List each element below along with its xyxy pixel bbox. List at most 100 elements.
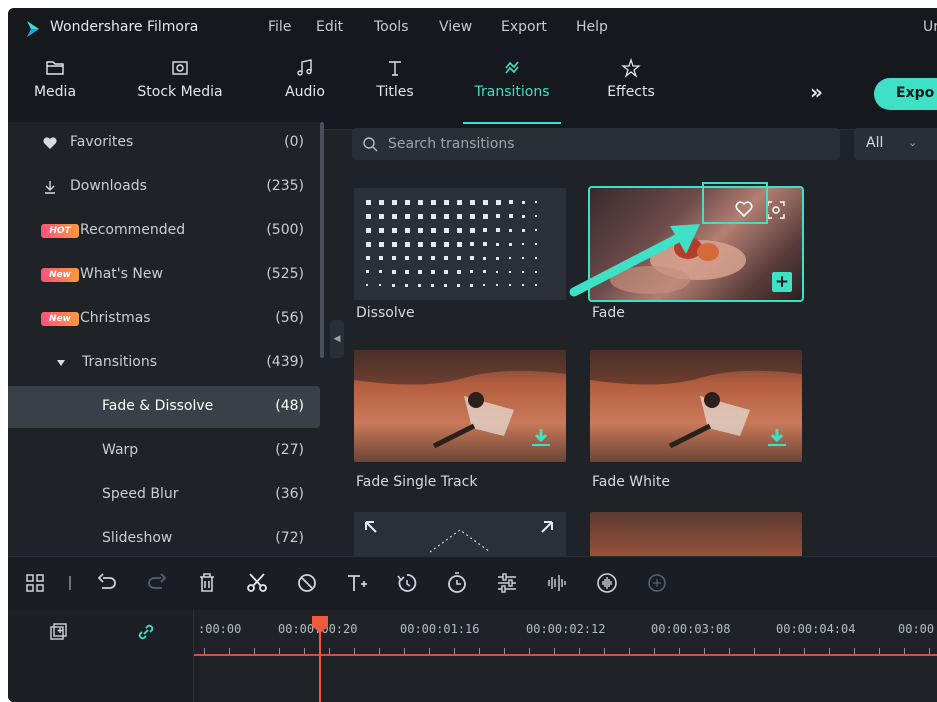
menu-help[interactable]: Help [576,19,608,35]
add-track-icon[interactable] [48,622,68,642]
sidebar-item-label: Christmas [80,310,151,326]
playhead-handle-icon[interactable] [310,614,330,634]
export-button[interactable]: Expo [874,78,937,110]
sidebar-item-count: (235) [266,178,304,194]
ruler-time-label: 00:00:01:16 [400,622,480,636]
menu-tools[interactable]: Tools [374,19,409,35]
tag-icon[interactable] [294,570,320,596]
sidebar-item-christmas[interactable]: New Christmas (56) [8,298,320,340]
layout-icon[interactable] [22,570,48,596]
tab-effects[interactable]: Effects [596,56,666,116]
tab-stock-media[interactable]: Stock Media [130,56,230,116]
search-input[interactable] [388,134,828,154]
transitions-icon [505,61,519,74]
duration-icon[interactable] [444,570,470,596]
sidebar-item-fade-dissolve[interactable]: Fade & Dissolve (48) [8,386,320,428]
partial-thumbnail [354,512,566,556]
category-sidebar: Favorites (0) Downloads (235) HOT Recomm… [8,122,320,558]
fade-single-track-thumbnail [354,350,566,462]
ruler-time-label: 00:00:03:08 [651,622,731,636]
music-icon [297,59,312,76]
sidebar-item-label: Recommended [80,222,186,238]
tab-transitions[interactable]: Transitions [460,56,564,116]
menu-file[interactable]: File [268,19,291,35]
sidebar-item-count: (0) [284,134,304,150]
tab-effects-label: Effects [607,84,655,100]
scissors-icon[interactable] [244,570,270,596]
transition-card-fade-white[interactable]: Fade White [590,350,802,490]
add-to-timeline-button[interactable]: + [772,272,792,292]
sidebar-item-downloads[interactable]: Downloads (235) [8,166,320,208]
sidebar-item-label: Slideshow [102,530,173,546]
menu-export[interactable]: Export [501,19,547,35]
sidebar-item-label: Transitions [82,354,157,370]
sidebar-item-count: (525) [266,266,304,282]
transition-card-partial[interactable] [354,512,566,556]
sidebar-item-warp[interactable]: Warp (27) [8,430,320,472]
ruler-time-label: :00:00 [198,622,242,636]
sidebar-item-whats-new[interactable]: New What's New (525) [8,254,320,296]
menu-edit[interactable]: Edit [316,19,343,35]
sidebar-item-count: (36) [275,486,304,502]
delete-icon[interactable] [194,570,220,596]
sidebar-item-label: What's New [80,266,163,282]
active-tab-indicator [463,122,561,124]
sidebar-item-label: Speed Blur [102,486,179,502]
chevron-down-icon: ⌄ [908,136,918,149]
ai-audio-icon[interactable] [644,570,670,596]
title-bar: Wondershare Filmora File Edit Tools View… [8,8,937,48]
filmora-logo-icon [27,21,39,37]
collapse-sidebar-button[interactable]: ◀ [330,320,344,358]
filter-value: All [866,135,884,151]
link-icon[interactable] [136,622,156,642]
main-toolbar: Media Stock Media Audio Titles Transitio… [8,48,937,130]
sidebar-item-slideshow[interactable]: Slideshow (72) [8,518,320,560]
tab-audio[interactable]: Audio [280,56,330,116]
tab-titles-label: Titles [376,84,414,100]
speed-icon[interactable] [394,570,420,596]
tab-audio-label: Audio [285,84,325,100]
voiceover-icon[interactable] [594,570,620,596]
sidebar-item-favorites[interactable]: Favorites (0) [8,122,320,164]
new-badge: New [41,268,79,282]
heart-icon [43,137,57,149]
sidebar-item-count: (439) [266,354,304,370]
sidebar-item-count: (500) [266,222,304,238]
timeline: :00:00 00:00:00:20 00:00:01:16 00:00:02:… [8,610,937,702]
partial-thumbnail [590,512,802,556]
redo-icon[interactable] [144,570,170,596]
audio-mixer-icon[interactable] [544,570,570,596]
download-icon [45,181,55,194]
transition-card-partial[interactable] [590,512,802,556]
sidebar-item-speed-blur[interactable]: Speed Blur (36) [8,474,320,516]
tab-media[interactable]: Media [30,56,80,116]
sidebar-item-label: Downloads [70,178,147,194]
dissolve-thumbnail [354,188,566,300]
ruler-time-label: 00:00:02:12 [526,622,606,636]
preview-icon[interactable] [766,200,786,220]
filmora-window: Wondershare Filmora File Edit Tools View… [8,8,937,702]
download-icon [532,429,550,446]
transition-card-dissolve[interactable]: Dissolve [354,188,566,328]
more-tabs-button[interactable]: » [810,80,823,104]
add-text-icon[interactable] [344,570,370,596]
adjust-icon[interactable] [494,570,520,596]
sidebar-item-label: Fade & Dissolve [102,398,214,414]
card-label: Dissolve [356,305,415,321]
menu-view[interactable]: View [439,19,472,35]
sidebar-item-count: (48) [275,398,304,414]
track-header-area [8,610,194,702]
undo-icon[interactable] [94,570,120,596]
sidebar-item-count: (56) [275,310,304,326]
sidebar-item-transitions[interactable]: Transitions (439) [8,342,320,384]
transition-card-fade-single-track[interactable]: Fade Single Track [354,350,566,490]
tab-titles[interactable]: Titles [370,56,420,116]
filter-dropdown[interactable]: All ⌄ [854,128,937,160]
ruler-time-label: 00:00:04:04 [776,622,856,636]
sidebar-item-recommended[interactable]: HOT Recommended (500) [8,210,320,252]
effects-icon [621,58,641,78]
divider [68,570,72,596]
sidebar-item-count: (72) [275,530,304,546]
sidebar-item-label: Warp [102,442,139,458]
sidebar-scrollbar[interactable] [320,122,324,358]
